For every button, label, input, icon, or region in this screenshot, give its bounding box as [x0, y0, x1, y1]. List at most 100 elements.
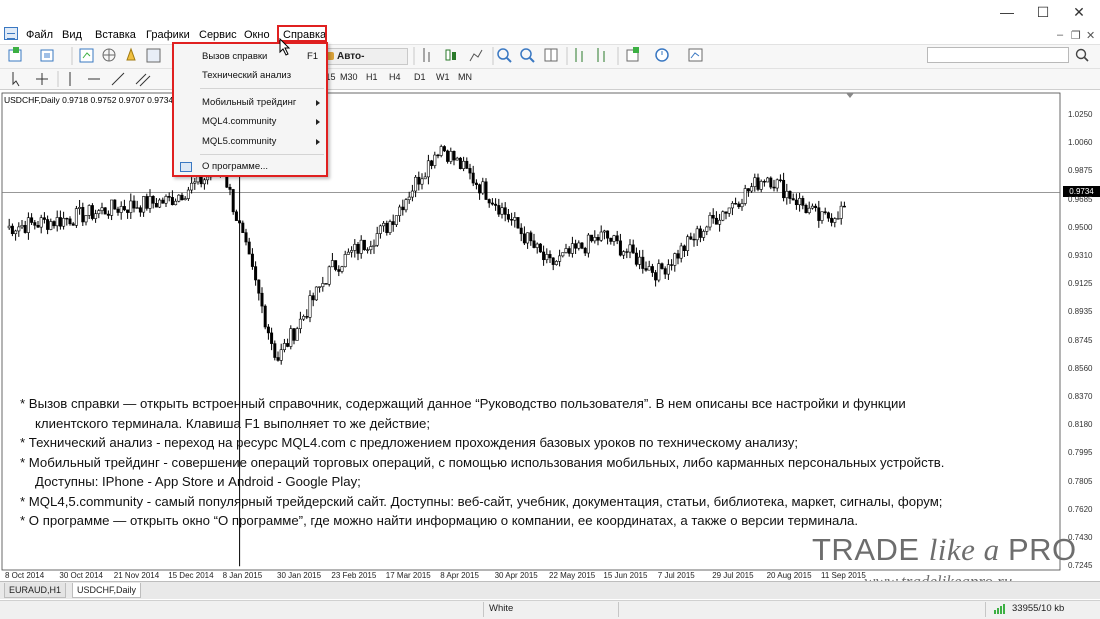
candle: [398, 204, 402, 222]
note-help-topics: * Вызов справки — открыть встроенный спр…: [20, 396, 906, 411]
candle: [94, 209, 98, 223]
auto-scroll-icon: [575, 48, 583, 62]
candle: [334, 260, 338, 272]
candle: [202, 177, 206, 190]
candle: [551, 257, 555, 271]
candle: [634, 247, 638, 267]
candle: [826, 211, 830, 222]
date-axis-label: 15 Dec 2014: [168, 571, 214, 580]
help-menu-item-mql5-community[interactable]: MQL5.community: [202, 136, 276, 147]
tab-euraud-h1[interactable]: EURAUD,H1: [4, 583, 67, 598]
candle: [484, 178, 488, 200]
candle: [119, 201, 123, 220]
note-mobile-trading: * Мобильный трейдинг - совершение операц…: [20, 454, 945, 470]
crosshair-icon: [36, 73, 48, 85]
menu-file[interactable]: Файл: [26, 29, 53, 41]
menu-view[interactable]: Вид: [62, 29, 82, 41]
timeframe-w1[interactable]: W1: [436, 72, 450, 82]
candle: [804, 203, 808, 214]
help-menu-item-mql4-community[interactable]: MQL4.community: [202, 116, 276, 127]
candle: [263, 304, 267, 330]
candle: [442, 145, 446, 153]
help-menu-item-help-topics[interactable]: Вызов справки: [202, 51, 267, 62]
price-axis-label: 0.9500: [1068, 222, 1093, 232]
candle: [228, 183, 232, 196]
date-axis-label: 30 Apr 2015: [494, 571, 538, 580]
chart-shift-marker: [846, 93, 854, 98]
autotrading-button[interactable]: Авто-торговля: [322, 48, 408, 77]
candle: [689, 232, 693, 240]
watermark-logo: TRADE like a PRO: [812, 532, 1077, 568]
timeframe-m30[interactable]: M30: [340, 72, 358, 82]
candle: [759, 179, 763, 193]
candle: [676, 249, 680, 265]
candle: [458, 156, 462, 170]
minimize-button[interactable]: —: [993, 4, 1021, 22]
candle: [113, 199, 117, 210]
menu-charts[interactable]: Графики: [146, 29, 190, 41]
candle: [737, 201, 741, 209]
candle: [49, 218, 53, 231]
candle: [164, 194, 168, 207]
channel-icon: [135, 73, 151, 87]
search-icon[interactable]: [1072, 46, 1092, 64]
candle: [46, 215, 50, 235]
candle: [151, 195, 155, 209]
candle: [708, 212, 712, 231]
candle: [404, 198, 408, 213]
candle: [705, 225, 709, 236]
menu-tools[interactable]: Сервис: [199, 29, 237, 41]
candle: [615, 230, 619, 245]
mdi-restore-icon[interactable]: ❐: [1071, 29, 1081, 42]
timeframe-h4[interactable]: H4: [389, 72, 401, 82]
candle: [564, 243, 568, 254]
maximize-button[interactable]: ☐: [1029, 4, 1057, 22]
menu-insert[interactable]: Вставка: [95, 29, 136, 41]
candle: [158, 198, 162, 209]
candle: [71, 221, 75, 226]
candle: [638, 250, 642, 270]
indicators-icon: [626, 47, 639, 62]
mdi-minimize-icon[interactable]: –: [1057, 29, 1063, 41]
candle: [247, 237, 251, 255]
help-menu-item-technical-analysis[interactable]: Технический анализ: [202, 70, 291, 81]
price-axis-label: 0.9125: [1068, 279, 1093, 289]
candle: [439, 144, 443, 158]
candle: [81, 202, 85, 227]
candle: [791, 193, 795, 201]
menu-window[interactable]: Окно: [244, 29, 270, 41]
candle: [794, 193, 798, 210]
candle: [433, 151, 437, 169]
candle: [596, 234, 600, 246]
candle: [724, 211, 728, 220]
candle: [526, 232, 530, 249]
candle: [583, 246, 587, 257]
status-traffic: 33955/10 kb: [1012, 603, 1065, 614]
note-community: * MQL4,5.community - самый популярный тр…: [20, 493, 943, 509]
candle: [145, 193, 149, 211]
candle: [401, 199, 405, 216]
help-menu-item-about[interactable]: О программе...: [202, 161, 268, 172]
timeframe-h1[interactable]: H1: [366, 72, 378, 82]
help-menu-item-mobile-trading[interactable]: Мобильный трейдинг: [202, 97, 296, 108]
candle: [385, 220, 389, 236]
candle: [663, 266, 667, 279]
search-input[interactable]: [927, 47, 1069, 63]
candle: [36, 221, 40, 229]
close-button[interactable]: ✕: [1065, 4, 1093, 22]
price-axis-label: 0.8745: [1068, 335, 1093, 345]
timeframe-d1[interactable]: D1: [414, 72, 426, 82]
candle: [33, 219, 37, 230]
candle: [353, 239, 357, 258]
tab-usdchf-daily[interactable]: USDCHF,Daily: [72, 583, 142, 598]
candle: [414, 175, 418, 198]
candle: [814, 203, 818, 212]
candle: [682, 244, 686, 258]
timeframe-mn[interactable]: MN: [458, 72, 472, 82]
candle: [388, 219, 392, 236]
candle: [817, 200, 821, 228]
candle: [778, 174, 782, 183]
mdi-close-icon[interactable]: ✕: [1086, 29, 1095, 42]
candle: [497, 198, 501, 217]
candle: [369, 240, 373, 255]
